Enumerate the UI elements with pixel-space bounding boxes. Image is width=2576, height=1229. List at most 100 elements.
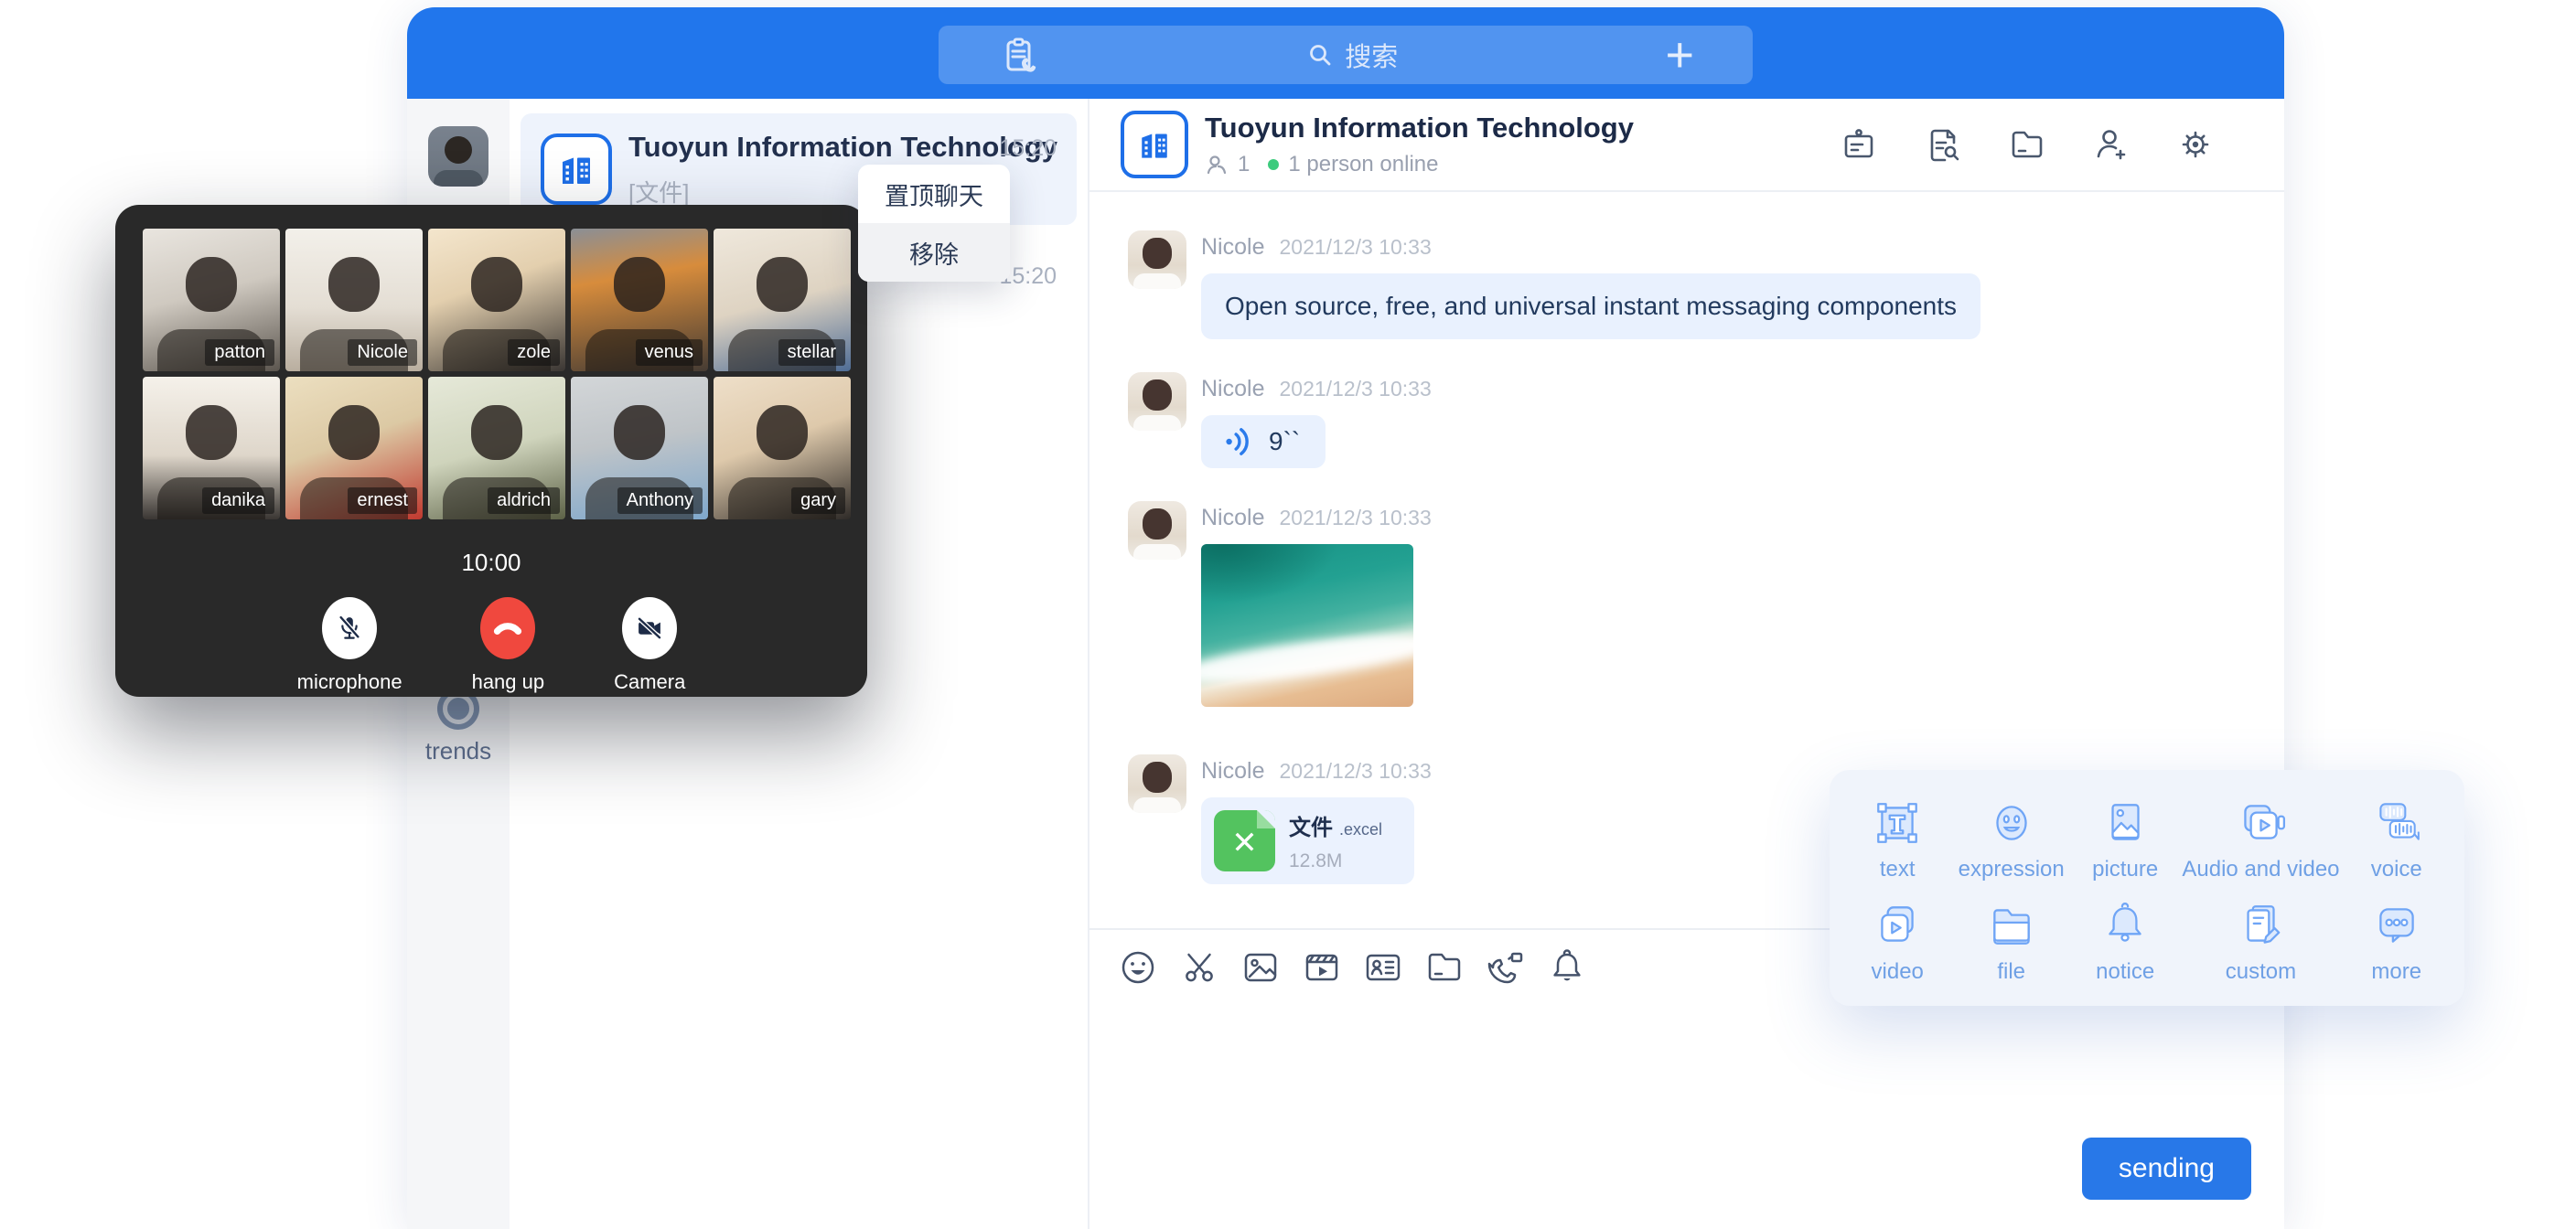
voice-icon	[2370, 796, 2423, 850]
participant-tile[interactable]: Nicole	[285, 229, 423, 371]
more-icon	[2370, 899, 2423, 952]
contact-card-icon[interactable]	[1362, 946, 1404, 989]
participant-tile[interactable]: danika	[143, 377, 280, 519]
participant-name: danika	[202, 487, 274, 514]
file-size: 12.8M	[1289, 850, 1382, 872]
panel-item-voice[interactable]: voice	[2340, 788, 2453, 891]
participant-tile[interactable]: Anthony	[571, 377, 708, 519]
participant-name: Anthony	[617, 487, 703, 514]
message-time: 2021/12/3 10:33	[1279, 377, 1431, 401]
nav-item-trends[interactable]: trends	[407, 688, 510, 765]
panel-item-picture[interactable]: picture	[2068, 788, 2182, 891]
search-input[interactable]: 搜索	[1039, 36, 1665, 74]
add-button[interactable]: +	[1665, 30, 1694, 80]
panel-item-audio-video[interactable]: Audio and video	[2182, 788, 2339, 891]
video-icon[interactable]	[1301, 946, 1343, 989]
sender-name: Nicole	[1201, 234, 1264, 261]
avatar[interactable]	[1128, 372, 1186, 431]
group-notice-icon[interactable]	[1840, 125, 1878, 164]
file-folder-icon	[1985, 899, 2038, 952]
panel-item-file[interactable]: file	[1954, 891, 2067, 993]
participant-name: aldrich	[488, 487, 560, 514]
panel-item-notice[interactable]: notice	[2068, 891, 2182, 993]
search-placeholder: 搜索	[1345, 36, 1398, 74]
add-member-icon[interactable]	[2092, 125, 2131, 164]
send-button[interactable]: sending	[2082, 1138, 2251, 1200]
video-call-icon[interactable]	[1485, 946, 1527, 989]
notification-icon[interactable]	[1546, 946, 1588, 989]
message-text: Nicole 2021/12/3 10:33 Open source, free…	[1128, 230, 2229, 339]
group-avatar[interactable]	[1121, 111, 1188, 178]
participant-tile[interactable]: stellar	[714, 229, 851, 371]
building-icon	[554, 147, 598, 191]
text-icon	[1871, 796, 1924, 850]
excel-file-icon: ✕	[1214, 810, 1275, 871]
participant-tile[interactable]: zole	[428, 229, 565, 371]
participant-tile[interactable]: patton	[143, 229, 280, 371]
avatar[interactable]	[1128, 230, 1186, 289]
message-time: 2021/12/3 10:33	[1279, 235, 1431, 260]
online-status: 1 person online	[1288, 152, 1438, 177]
video-msg-icon	[1871, 899, 1924, 952]
participant-tile[interactable]: aldrich	[428, 377, 565, 519]
participant-name: Nicole	[348, 339, 417, 366]
participant-tile[interactable]: venus	[571, 229, 708, 371]
group-file-icon[interactable]	[2008, 125, 2046, 164]
participant-name: venus	[636, 339, 703, 366]
file-ext: .excel	[1339, 820, 1382, 839]
panel-item-expression[interactable]: expression	[1954, 788, 2067, 891]
hang-up-label: hang up	[472, 670, 545, 694]
conversation-time: 15:20	[999, 135, 1057, 162]
file-attachment[interactable]: ✕ 文件 .excel 12.8M	[1201, 797, 1414, 884]
panel-item-text[interactable]: text	[1841, 788, 1954, 891]
chat-history-icon[interactable]	[1924, 125, 1962, 164]
panel-item-video[interactable]: video	[1841, 891, 1954, 993]
hang-up-button[interactable]	[480, 597, 535, 659]
voice-duration: 9``	[1269, 427, 1300, 456]
participant-grid: patton Nicole zole venus stellar danika …	[115, 205, 867, 519]
members-icon	[1205, 153, 1229, 176]
search-bar[interactable]: 搜索 +	[939, 26, 1753, 84]
building-icon	[1134, 124, 1175, 165]
panel-item-more[interactable]: more	[2340, 891, 2453, 993]
participant-name: gary	[791, 487, 845, 514]
text-bubble[interactable]: Open source, free, and universal instant…	[1201, 273, 1980, 339]
beach-foam	[1201, 625, 1413, 689]
panel-item-custom[interactable]: custom	[2182, 891, 2339, 993]
message-type-panel: text expression picture	[1830, 770, 2464, 1006]
voice-bubble[interactable]: 9``	[1201, 415, 1326, 468]
message-time: 2021/12/3 10:33	[1279, 506, 1431, 530]
participant-name: zole	[508, 339, 560, 366]
my-avatar[interactable]	[428, 126, 488, 187]
folder-icon[interactable]	[1423, 946, 1465, 989]
video-call-window: patton Nicole zole venus stellar danika …	[115, 205, 867, 697]
image-attachment[interactable]	[1201, 544, 1413, 707]
message-voice: Nicole 2021/12/3 10:33 9`	[1128, 372, 2229, 468]
message-image: Nicole 2021/12/3 10:33	[1128, 501, 2229, 707]
participant-name: stellar	[778, 339, 845, 366]
picture-icon	[2098, 796, 2152, 850]
notice-bell-icon	[2098, 899, 2152, 952]
participant-tile[interactable]: gary	[714, 377, 851, 519]
voice-wave-icon	[1223, 426, 1254, 457]
sender-name: Nicole	[1201, 758, 1264, 785]
member-count: 1	[1238, 152, 1250, 177]
participant-name: ernest	[348, 487, 417, 514]
emoji-icon[interactable]	[1117, 946, 1159, 989]
avatar[interactable]	[1128, 754, 1186, 813]
participant-tile[interactable]: ernest	[285, 377, 423, 519]
search-icon	[1306, 41, 1334, 69]
avatar[interactable]	[1128, 501, 1186, 560]
screenshot-icon[interactable]	[1178, 946, 1220, 989]
microphone-mute-button[interactable]	[322, 597, 377, 659]
call-list-icon[interactable]	[997, 34, 1039, 76]
microphone-label: microphone	[297, 670, 402, 694]
settings-icon[interactable]	[2176, 125, 2215, 164]
menu-item-pin-chat[interactable]: 置顶聊天	[858, 165, 1010, 223]
online-dot	[1268, 159, 1279, 170]
image-icon[interactable]	[1240, 946, 1282, 989]
top-bar: 搜索 +	[407, 7, 2284, 99]
menu-item-remove[interactable]: 移除	[858, 223, 1010, 282]
conversation-title: Tuoyun Information Technology	[628, 131, 999, 164]
camera-toggle-button[interactable]	[622, 597, 677, 659]
